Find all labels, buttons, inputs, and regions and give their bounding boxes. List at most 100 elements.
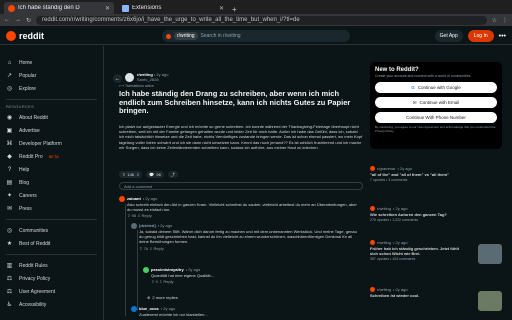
avatar xyxy=(370,287,375,292)
sidebar-item-label: Explore xyxy=(19,85,36,92)
upvote-icon[interactable]: ⇧ xyxy=(151,279,154,284)
related-post[interactable]: r/grammar • 2y ago "all of the" and "all … xyxy=(370,166,502,182)
comment-author[interactable]: pessimistmyaltry xyxy=(151,267,184,272)
pro-icon: ◆ xyxy=(7,154,12,160)
site-header: reddit r/writing Search in r/writing Get… xyxy=(0,27,512,45)
sidebar-item-help[interactable]: ? Help xyxy=(6,163,97,176)
related-post[interactable]: r/writing • 2y ago Früher hab ich ständig… xyxy=(370,240,502,264)
sidebar-item-explore[interactable]: ◎ Explore xyxy=(6,82,97,95)
related-title: Früher hab ich ständig geschrieben. Jetz… xyxy=(370,246,459,256)
developer-icon: ⌘ xyxy=(6,141,13,147)
search-scope-chip[interactable]: r/writing xyxy=(174,32,198,40)
comment-time: • 2y ago xyxy=(160,306,176,312)
press-icon: ✉ xyxy=(6,206,13,212)
related-post[interactable]: r/writing • 2y ago Schreiben ist wieder c… xyxy=(370,287,502,311)
related-post[interactable]: r/writing • 2y ago Wie schreiben Autoren … xyxy=(370,206,502,222)
reload-icon[interactable]: ↻ xyxy=(26,17,31,24)
home-icon: ⌂ xyxy=(7,59,12,66)
bookmark-icon[interactable]: ☆ xyxy=(492,17,497,24)
sidebar-item-label: Reddit Rules xyxy=(19,262,48,269)
vote-control[interactable]: ⇧ 146 ⇩ xyxy=(119,171,143,178)
comment-author[interactable]: zaloant xyxy=(127,196,141,201)
get-app-button[interactable]: Get App xyxy=(434,30,463,42)
reply-button[interactable]: Reply xyxy=(154,246,164,251)
sidebar-item-advertise[interactable]: ▣ Advertise xyxy=(6,124,97,137)
login-button[interactable]: Log In xyxy=(467,30,494,42)
related-sub: r/writing xyxy=(377,240,392,245)
comment: zaloant • 2y ago Also schreib einfach den… xyxy=(119,196,359,219)
search-placeholder: Search in r/writing xyxy=(200,33,241,39)
upvote-icon[interactable]: ⇧ xyxy=(127,213,130,218)
sidebar-item-best-of[interactable]: ★ Best of Reddit xyxy=(6,237,97,250)
avatar[interactable] xyxy=(143,267,149,273)
resources-heading[interactable]: RESOURCES xyxy=(6,104,97,109)
post-body: Ich platzt vor aufgestauter Energie und … xyxy=(119,124,363,150)
avatar[interactable] xyxy=(131,223,137,229)
downvote-icon[interactable]: ⇩ xyxy=(136,172,139,177)
sidebar-item-reddit-pro[interactable]: ◆ Reddit Pro BETA xyxy=(6,150,97,163)
comment-author[interactable]: [deleted] xyxy=(139,223,156,228)
new-tab-icon[interactable]: + xyxy=(232,5,237,14)
search-input[interactable]: r/writing Search in r/writing xyxy=(162,30,350,42)
sidebar-item-label: Reddit Pro xyxy=(19,153,43,160)
comments-button[interactable]: 💬 96 xyxy=(146,171,164,178)
sidebar-item-label: Blog xyxy=(19,179,30,186)
more-options-icon[interactable]: ••• xyxy=(499,33,506,40)
tab-extensions[interactable]: Extensions ✕ xyxy=(118,2,228,14)
menu-icon[interactable]: ⋮ xyxy=(502,17,508,24)
share-button[interactable]: ⤴ xyxy=(167,171,178,178)
sidebar-item-careers[interactable]: ✦ Careers xyxy=(6,189,97,202)
beta-badge: BETA xyxy=(48,154,59,159)
sidebar-item-agreement[interactable]: ⚖ User Agreement xyxy=(6,285,97,298)
comment-author[interactable]: blue_ocos xyxy=(139,306,159,311)
more-replies-button[interactable]: ⊕ 2 more replies xyxy=(147,295,178,300)
post-content: ← r/writing • 2y ago Sanfo_2828 ⟷ Transl… xyxy=(113,70,365,320)
upvote-icon[interactable]: ⇧ xyxy=(122,172,125,177)
tab-title: Extensions xyxy=(132,5,162,11)
sidebar-item-label: Accessibility xyxy=(19,301,47,308)
close-tab-icon[interactable]: ✕ xyxy=(105,5,110,12)
back-icon[interactable]: ← xyxy=(4,17,10,23)
upvote-icon[interactable]: ⇧ xyxy=(139,246,142,251)
comment-actions: ⇧ 98 ⇩ Reply xyxy=(119,213,359,218)
reddit-small-icon xyxy=(166,33,171,39)
sidebar-item-about[interactable]: ◉ About Reddit xyxy=(6,111,97,124)
divider xyxy=(6,219,97,220)
sidebar-item-popular[interactable]: ↗ Popular xyxy=(6,69,97,82)
avatar xyxy=(370,206,375,211)
left-sidebar: ⌂ Home ↗ Popular ◎ Explore RESOURCES ◉ About… xyxy=(0,46,104,320)
downvote-icon[interactable]: ⇩ xyxy=(149,246,152,251)
avatar[interactable] xyxy=(119,196,125,202)
tab-active[interactable]: Ich habe ständig den D ✕ xyxy=(4,2,114,14)
continue-email-button[interactable]: ✉ Continue with Email xyxy=(375,97,497,108)
sidebar-item-communities[interactable]: ◎ Communities xyxy=(6,224,97,237)
sidebar-item-privacy[interactable]: ⚖ Privacy Policy xyxy=(6,272,97,285)
url-field[interactable]: reddit.com/r/writing/comments/z6x6jo/i_h… xyxy=(36,15,487,25)
popular-icon: ↗ xyxy=(6,73,13,79)
avatar[interactable] xyxy=(131,306,137,312)
post-author[interactable]: Sanfo_2828 xyxy=(137,77,168,82)
sidebar-item-accessibility[interactable]: ♿ Accessibility xyxy=(6,298,97,311)
sidebar-item-press[interactable]: ✉ Press xyxy=(6,202,97,215)
sidebar-item-blog[interactable]: ▤ Blog xyxy=(6,176,97,189)
post-title: Ich habe ständig den Drang zu schreiben,… xyxy=(119,89,351,116)
subreddit-avatar[interactable] xyxy=(125,72,134,82)
downvote-icon[interactable]: ⇩ xyxy=(137,213,140,218)
sidebar-item-developer[interactable]: ⌘ Developer Platform xyxy=(6,137,97,150)
continue-phone-button[interactable]: Continue With Phone Number xyxy=(375,112,497,123)
sidebar-item-home[interactable]: ⌂ Home xyxy=(6,56,97,69)
sidebar-item-rules[interactable]: ▥ Reddit Rules xyxy=(6,259,97,272)
post-meta: r/writing • 2y ago Sanfo_2828 xyxy=(125,72,168,82)
reply-button[interactable]: Reply xyxy=(142,213,152,218)
related-time: • 2y ago xyxy=(393,240,408,245)
downvote-icon[interactable]: ⇩ xyxy=(159,279,162,284)
continue-google-button[interactable]: G Continue with Google xyxy=(375,82,497,93)
forward-icon[interactable]: → xyxy=(15,17,21,23)
close-tab-icon[interactable]: ✕ xyxy=(219,5,224,12)
browser-tabbar: Ich habe ständig den D ✕ Extensions ✕ + xyxy=(0,0,512,14)
advertise-icon: ▣ xyxy=(6,128,13,134)
reddit-logo[interactable]: reddit xyxy=(6,30,44,41)
reply-button[interactable]: Reply xyxy=(163,279,173,284)
add-comment-input[interactable]: Add a comment xyxy=(119,182,363,190)
back-arrow-icon[interactable]: ← xyxy=(113,74,122,83)
